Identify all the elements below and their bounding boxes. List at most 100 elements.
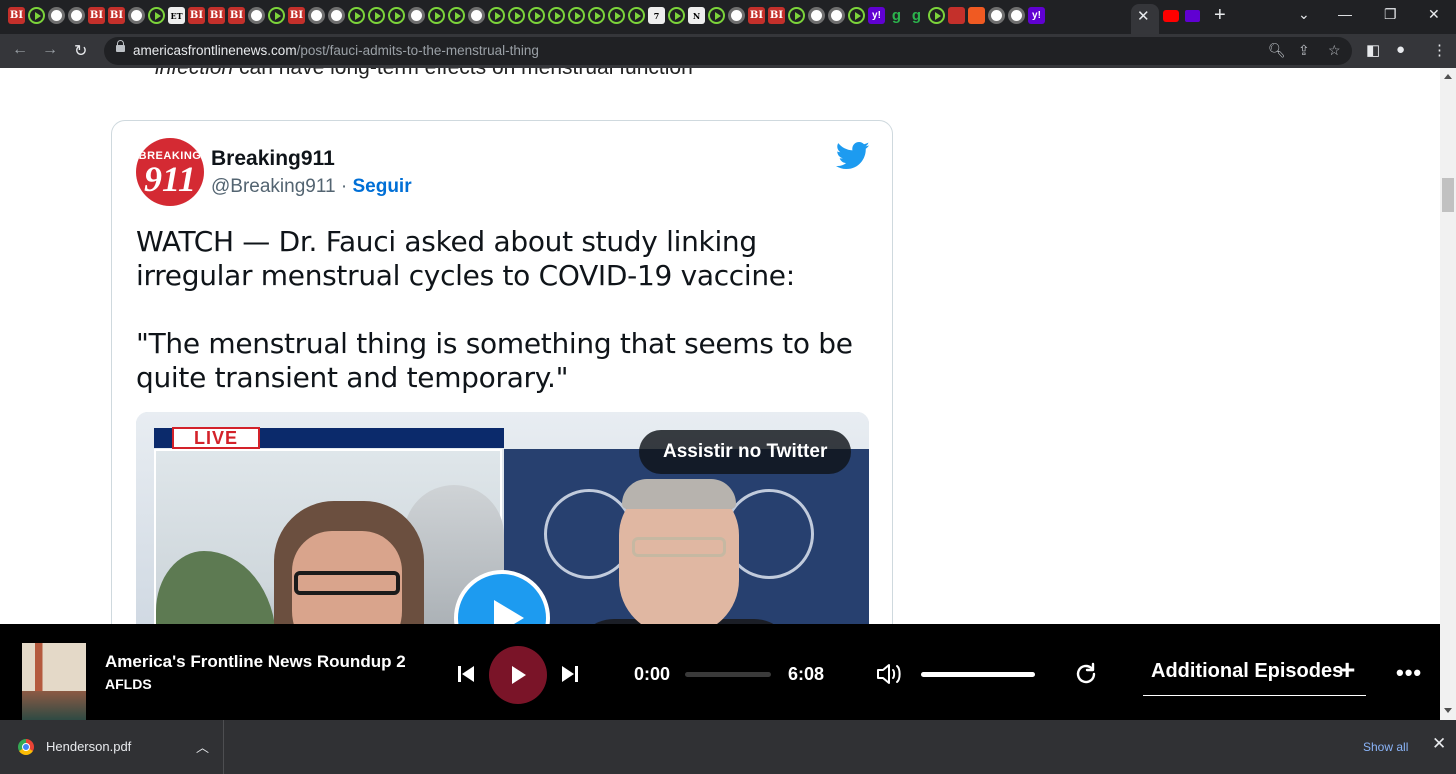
progress-bar[interactable]: [685, 672, 771, 677]
tab-favicon-play[interactable]: [368, 7, 385, 24]
close-download-bar-icon[interactable]: ✕: [1432, 734, 1446, 754]
tab-favicon-play[interactable]: [488, 7, 505, 24]
tab-favicon-play[interactable]: [568, 7, 585, 24]
address-bar[interactable]: americasfrontlinenews.com/post/fauci-adm…: [104, 37, 1352, 65]
tab-favicon-grey[interactable]: [988, 7, 1005, 24]
episode-cover-art[interactable]: [22, 643, 86, 720]
tab-favicon-grey[interactable]: [68, 7, 85, 24]
reload-icon[interactable]: ↻: [74, 41, 87, 61]
tab-favicon-bi[interactable]: BI: [288, 7, 305, 24]
tab-favicon-bi[interactable]: BI: [748, 7, 765, 24]
share-icon[interactable]: ⇪: [1298, 42, 1310, 59]
tab-favicon-play[interactable]: [508, 7, 525, 24]
show-all-button[interactable]: Show all: [1351, 734, 1420, 760]
bookmark-star-icon[interactable]: ☆: [1328, 42, 1341, 59]
tab-favicon-g[interactable]: g: [888, 7, 905, 24]
minimize-icon[interactable]: —: [1338, 6, 1352, 22]
tab-favicon-g[interactable]: g: [908, 7, 925, 24]
scrollbar-thumb[interactable]: [1442, 178, 1454, 212]
forward-icon[interactable]: →: [42, 41, 58, 59]
tab-favicon-play[interactable]: [528, 7, 545, 24]
profile-icon[interactable]: ●: [1396, 41, 1405, 58]
volume-icon[interactable]: [876, 662, 906, 686]
new-tab-button[interactable]: +: [1214, 4, 1226, 27]
replay-icon[interactable]: [1074, 662, 1098, 686]
tab-favicon-grey[interactable]: [728, 7, 745, 24]
follow-link[interactable]: Seguir: [352, 176, 411, 197]
scroll-up-icon[interactable]: [1444, 74, 1452, 79]
tab-favicon-bi[interactable]: BI: [8, 7, 25, 24]
close-tab-icon[interactable]: ✕: [1137, 7, 1150, 25]
tab-favicon-bi[interactable]: BI: [188, 7, 205, 24]
play-button[interactable]: [489, 646, 547, 704]
tweet-video[interactable]: LIVE Assistir no Twitter: [136, 412, 869, 624]
episode-title[interactable]: America's Frontline News Roundup 2...: [105, 652, 405, 672]
more-options-icon[interactable]: •••: [1396, 660, 1422, 686]
page-scrollbar[interactable]: [1440, 68, 1456, 720]
tab-favicon-play[interactable]: [348, 7, 365, 24]
tab-favicon-youtube[interactable]: [1163, 10, 1179, 22]
lock-icon[interactable]: [116, 40, 125, 52]
tab-favicon-et[interactable]: ET: [168, 7, 185, 24]
url-text[interactable]: americasfrontlinenews.com/post/fauci-adm…: [133, 43, 539, 58]
twitter-bird-icon[interactable]: [836, 141, 870, 171]
tab-favicon-red[interactable]: [948, 7, 965, 24]
back-icon[interactable]: ←: [12, 41, 28, 59]
download-file-name[interactable]: Henderson.pdf: [46, 739, 131, 754]
tab-favicon-play[interactable]: [448, 7, 465, 24]
tab-favicon-play[interactable]: [148, 7, 165, 24]
tab-favicon-play[interactable]: [708, 7, 725, 24]
tab-favicon-play[interactable]: [268, 7, 285, 24]
tab-favicon-grey[interactable]: [128, 7, 145, 24]
tab-favicon-bi[interactable]: BI: [88, 7, 105, 24]
tab-favicon-grey[interactable]: [328, 7, 345, 24]
tab-favicon-grey[interactable]: [468, 7, 485, 24]
window-close-icon[interactable]: ✕: [1428, 6, 1440, 23]
restore-icon[interactable]: ❐: [1384, 6, 1397, 23]
tab-favicon-grey[interactable]: [248, 7, 265, 24]
tab-favicon-mail[interactable]: [1185, 10, 1200, 22]
tab-favicon-grey[interactable]: [308, 7, 325, 24]
tab-favicon-grey[interactable]: [1008, 7, 1025, 24]
tab-favicon-play[interactable]: [548, 7, 565, 24]
tab-favicon-play[interactable]: [608, 7, 625, 24]
volume-slider[interactable]: [921, 672, 1035, 677]
zoom-icon[interactable]: 🔍︎: [1268, 42, 1286, 59]
tab-favicon-play[interactable]: [788, 7, 805, 24]
tab-favicon-play[interactable]: [628, 7, 645, 24]
tab-search-icon[interactable]: ⌄: [1298, 6, 1310, 23]
tab-favicon-play[interactable]: [388, 7, 405, 24]
menu-kebab-icon[interactable]: ⋮: [1432, 41, 1447, 59]
tab-favicon-grey[interactable]: [408, 7, 425, 24]
tab-favicon-bi[interactable]: BI: [228, 7, 245, 24]
chevron-up-icon[interactable]: ︿: [196, 737, 209, 756]
tab-favicon-news[interactable]: 7: [648, 7, 665, 24]
tab-favicon-play[interactable]: [428, 7, 445, 24]
scroll-down-icon[interactable]: [1444, 708, 1452, 713]
skip-forward-icon[interactable]: [562, 666, 578, 682]
avatar[interactable]: BREAKING 911: [136, 138, 204, 206]
tab-favicon-play[interactable]: [928, 7, 945, 24]
embedded-tweet[interactable]: BREAKING 911 Breaking911 @Breaking911 · …: [111, 120, 893, 624]
watch-on-twitter-button[interactable]: Assistir no Twitter: [639, 430, 852, 474]
tab-favicon-news[interactable]: N: [688, 7, 705, 24]
download-item[interactable]: Henderson.pdf ︿: [0, 720, 224, 774]
tab-favicon-bi[interactable]: BI: [768, 7, 785, 24]
tab-favicon-play[interactable]: [848, 7, 865, 24]
tab-favicon-play[interactable]: [588, 7, 605, 24]
tab-favicon-bi[interactable]: BI: [108, 7, 125, 24]
tab-favicon-grey[interactable]: [48, 7, 65, 24]
tab-favicon-grey[interactable]: [808, 7, 825, 24]
tab-favicon-play[interactable]: [28, 7, 45, 24]
skip-back-icon[interactable]: [458, 666, 474, 682]
side-panel-icon[interactable]: ◧: [1366, 41, 1380, 59]
tweet-author-handle[interactable]: @Breaking911: [211, 176, 336, 197]
tab-favicon-yahoo[interactable]: y!: [1028, 7, 1045, 24]
tweet-author-name[interactable]: Breaking911: [211, 147, 335, 171]
tab-favicon-orange[interactable]: [968, 7, 985, 24]
additional-episodes-button[interactable]: Additional Episodes +: [1143, 650, 1366, 696]
tab-favicon-grey[interactable]: [828, 7, 845, 24]
tab-favicon-bi[interactable]: BI: [208, 7, 225, 24]
tab-favicon-yahoo[interactable]: y!: [868, 7, 885, 24]
tab-favicon-play[interactable]: [668, 7, 685, 24]
